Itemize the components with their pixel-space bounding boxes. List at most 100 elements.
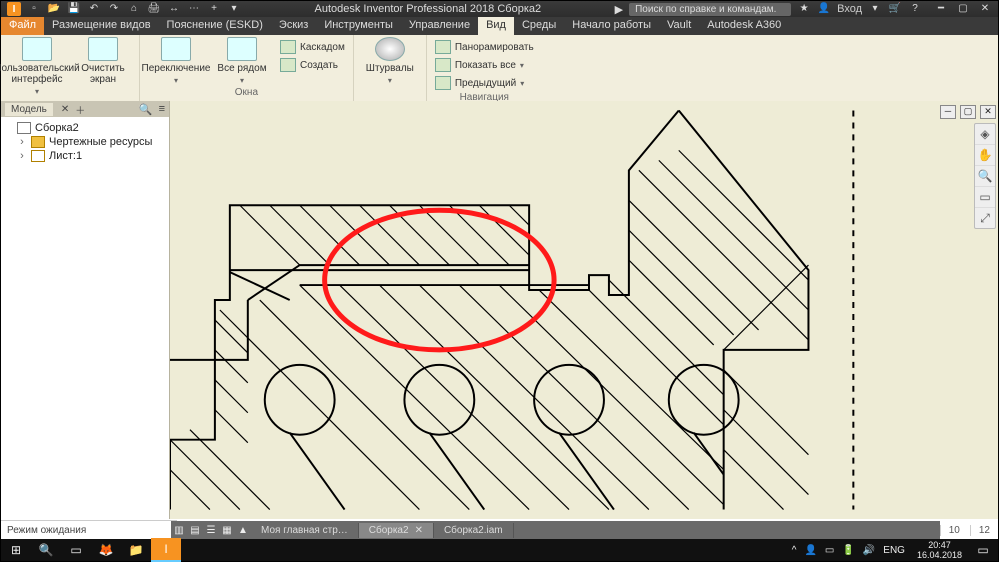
taskbar-explorer-icon[interactable]: 📁 <box>121 539 151 561</box>
tree-drawing-resources[interactable]: › Чертежные ресурсы <box>17 135 167 149</box>
restore-button[interactable]: ▢ <box>956 2 970 16</box>
start-button[interactable]: ⊞ <box>1 539 31 561</box>
browser-search-icon[interactable]: 🔍 <box>139 103 153 116</box>
viewmode-3-icon[interactable]: ☰ <box>203 521 219 539</box>
steering-wheels-icon <box>375 37 405 61</box>
autodesk-app-icon[interactable]: ▾ <box>868 2 882 16</box>
tab-manage[interactable]: Управление <box>401 17 478 35</box>
favorite-icon[interactable]: ★ <box>797 2 811 16</box>
search-arrow-icon[interactable]: ▶ <box>615 3 623 16</box>
new-window-button[interactable]: Создать <box>278 57 347 73</box>
viewmode-2-icon[interactable]: ▤ <box>187 521 203 539</box>
help-icon[interactable]: ? <box>908 2 922 16</box>
tab-placement[interactable]: Размещение видов <box>44 17 159 35</box>
doctab-home[interactable]: Моя главная стр… <box>251 523 359 538</box>
status-bar: Режим ожидания <box>1 520 177 539</box>
nav-zoomall-icon[interactable]: ⤢ <box>975 208 995 228</box>
canvas-minimize-icon[interactable]: ─ <box>940 105 956 119</box>
qat-save-icon[interactable]: 💾 <box>67 2 81 16</box>
close-button[interactable]: ✕ <box>978 2 992 16</box>
tab-a360[interactable]: Autodesk A360 <box>699 17 789 35</box>
nav-zoom-icon[interactable]: 🔍 <box>975 166 995 187</box>
minimize-button[interactable]: ━ <box>934 2 948 16</box>
ui-button[interactable]: Пользовательский интерфейс <box>7 37 67 96</box>
switch-windows-button[interactable]: Переключение <box>146 37 206 85</box>
zoom-all-button[interactable]: Показать все <box>433 57 536 73</box>
tray-lang[interactable]: ENG <box>883 545 905 556</box>
qat-print-icon[interactable]: 🖨 <box>147 2 161 16</box>
qat-dropdown-icon[interactable]: ▾ <box>227 2 241 16</box>
steering-wheels-button[interactable]: Штурвалы <box>360 37 420 85</box>
system-tray: ^ 👤 ▭ 🔋 🔊 ENG <box>786 545 911 556</box>
action-center-icon[interactable]: ▭ <box>968 539 998 561</box>
doctab-assembly-drawing[interactable]: Сборка2✕ <box>359 523 434 538</box>
previous-view-button[interactable]: Предыдущий <box>433 75 536 91</box>
canvas-restore-icon[interactable]: ▢ <box>960 105 976 119</box>
clean-screen-icon <box>88 37 118 61</box>
qat-new-icon[interactable]: ▫ <box>27 2 41 16</box>
previous-view-icon <box>435 76 451 90</box>
qat-plus-icon[interactable]: + <box>207 2 221 16</box>
canvas-close-icon[interactable]: ✕ <box>980 105 996 119</box>
browser-close-icon[interactable]: ✕ <box>61 104 69 115</box>
qat-home-icon[interactable]: ⌂ <box>127 2 141 16</box>
folder-icon <box>31 136 45 148</box>
viewmode-up-icon[interactable]: ▲ <box>235 521 251 539</box>
tree-sheet1[interactable]: ›Лист:1 <box>17 149 167 163</box>
viewcube-icon[interactable]: ◈ <box>975 124 995 145</box>
qat-undo-icon[interactable]: ↶ <box>87 2 101 16</box>
tab-environments[interactable]: Среды <box>514 17 564 35</box>
zoom-all-icon <box>435 58 451 72</box>
tab-file[interactable]: Файл <box>1 17 44 35</box>
tab-annotation[interactable]: Пояснение (ESKD) <box>159 17 271 35</box>
user-icon[interactable]: 👤 <box>817 2 831 16</box>
nav-zoomwin-icon[interactable]: ▭ <box>975 187 995 208</box>
browser-tab[interactable]: Модель <box>5 103 53 116</box>
status-text: Режим ожидания <box>7 525 86 536</box>
tab-sketch[interactable]: Эскиз <box>271 17 316 35</box>
expand-icon[interactable]: › <box>17 150 27 162</box>
clean-screen-button[interactable]: Очистить экран <box>73 37 133 96</box>
qat-open-icon[interactable]: 📂 <box>47 2 61 16</box>
drawing-icon <box>17 122 31 134</box>
tray-volume-icon[interactable]: 🔊 <box>863 545 875 556</box>
taskbar-search-icon[interactable]: 🔍 <box>31 539 61 561</box>
cascade-button[interactable]: Каскадом <box>278 39 347 55</box>
nav-pan-icon[interactable]: ✋ <box>975 145 995 166</box>
viewmode-1-icon[interactable]: ▥ <box>171 521 187 539</box>
doctab-close-icon[interactable]: ✕ <box>415 525 423 536</box>
taskbar-clock[interactable]: 20:47 16.04.2018 <box>911 540 968 560</box>
doctab-assembly-iam[interactable]: Сборка2.iam <box>434 523 514 538</box>
tab-getstarted[interactable]: Начало работы <box>564 17 659 35</box>
tray-battery-icon[interactable]: 🔋 <box>842 545 854 556</box>
tab-vault[interactable]: Vault <box>659 17 699 35</box>
qat-measure-icon[interactable]: ↔ <box>167 2 181 16</box>
browser-menu-icon[interactable]: ≡ <box>159 103 165 115</box>
pan-button[interactable]: Панорамировать <box>433 39 536 55</box>
clock-time: 20:47 <box>917 540 962 550</box>
windows-taskbar: ⊞ 🔍 ▭ 🦊 📁 I ^ 👤 ▭ 🔋 🔊 ENG 20:47 16.04.20… <box>1 539 998 561</box>
tray-people-icon[interactable]: 👤 <box>804 545 816 556</box>
window-title: Autodesk Inventor Professional 2018 Сбор… <box>315 3 542 15</box>
task-view-icon[interactable]: ▭ <box>61 539 91 561</box>
help-search-input[interactable]: Поиск по справке и командам. <box>629 3 791 16</box>
expand-icon[interactable]: › <box>17 136 27 148</box>
taskbar-firefox-icon[interactable]: 🦊 <box>91 539 121 561</box>
viewmode-4-icon[interactable]: ▦ <box>219 521 235 539</box>
tab-view[interactable]: Вид <box>478 17 514 35</box>
cart-icon[interactable]: 🛒 <box>888 2 902 16</box>
qat-redo-icon[interactable]: ↷ <box>107 2 121 16</box>
app-logo: I <box>7 2 21 16</box>
tree-root[interactable]: Сборка2 <box>3 121 167 135</box>
tray-up-icon[interactable]: ^ <box>792 545 797 556</box>
tab-tools[interactable]: Инструменты <box>316 17 401 35</box>
login-label[interactable]: Вход <box>837 3 862 15</box>
tray-network-icon[interactable]: ▭ <box>825 545 834 556</box>
taskbar-inventor-icon[interactable]: I <box>151 538 181 562</box>
drawing-canvas[interactable]: ─ ▢ ✕ ◈ ✋ 🔍 ▭ ⤢ <box>170 101 998 519</box>
tile-button[interactable]: Все рядом <box>212 37 272 85</box>
tree-item-label: Чертежные ресурсы <box>49 136 152 148</box>
browser-add-icon[interactable]: ＋ <box>75 102 85 117</box>
qat-more-icon[interactable]: ⋯ <box>187 2 201 16</box>
model-tree: Сборка2 › Чертежные ресурсы ›Лист:1 <box>1 117 169 167</box>
